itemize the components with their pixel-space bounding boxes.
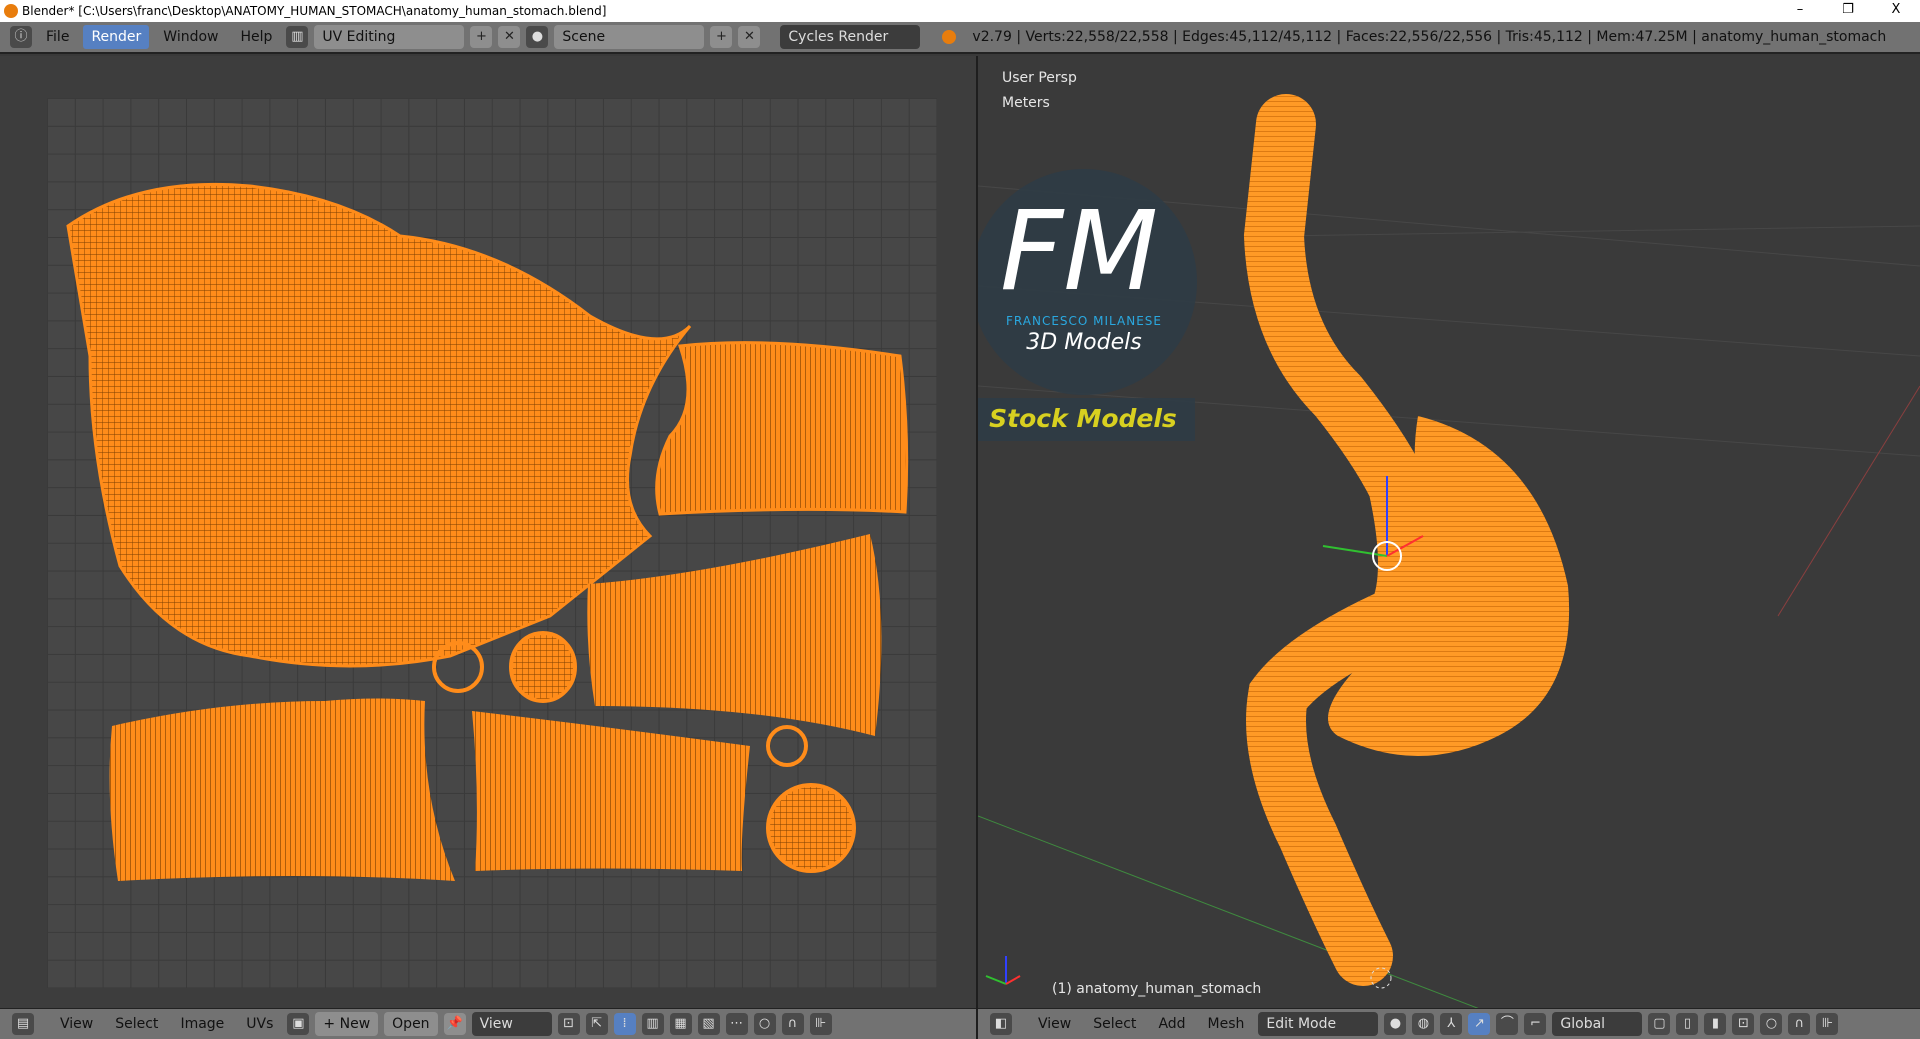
new-image-button[interactable]: + New xyxy=(315,1012,379,1036)
x-axis-line xyxy=(978,815,1479,1008)
vertex-select-icon[interactable]: ⁞ xyxy=(613,1013,636,1035)
layout-field[interactable]: UV Editing xyxy=(314,25,465,49)
remove-layout-icon[interactable]: ✕ xyxy=(498,26,521,48)
uv-editor-header: ▤ View Select Image UVs ▣ + New Open 📌 V… xyxy=(0,1008,976,1039)
layout-icon[interactable]: ▥ xyxy=(286,26,309,48)
editor-type-icon[interactable]: ▤ xyxy=(12,1013,34,1035)
menu-file[interactable]: File xyxy=(38,25,77,49)
snap-icon[interactable]: ∩ xyxy=(1788,1013,1811,1035)
menu-help[interactable]: Help xyxy=(232,25,280,49)
blender-icon xyxy=(942,30,957,44)
mode-select[interactable]: Edit Mode xyxy=(1258,1012,1379,1036)
uv-island-2 xyxy=(655,341,909,516)
logo-subtitle: 3D Models xyxy=(1026,330,1142,355)
uv-menu-select[interactable]: Select xyxy=(107,1012,166,1036)
add-scene-icon[interactable]: + xyxy=(710,26,733,48)
snap-element-icon[interactable]: ⊪ xyxy=(809,1013,832,1035)
face-select-icon[interactable]: ▮ xyxy=(1704,1013,1727,1035)
edge-select-icon[interactable]: ▥ xyxy=(641,1013,664,1035)
rotate-icon[interactable]: ⌒ xyxy=(1496,1013,1519,1035)
blender-logo-icon xyxy=(4,4,18,18)
uv-island-3 xyxy=(587,534,882,736)
proportional-edit-icon[interactable]: ○ xyxy=(1760,1013,1783,1035)
open-image-button[interactable]: Open xyxy=(384,1012,438,1036)
object-label: (1) anatomy_human_stomach xyxy=(1052,981,1262,997)
uv-editor[interactable] xyxy=(0,56,976,1008)
view3d-menu-add[interactable]: Add xyxy=(1150,1012,1193,1036)
logo-letters: FM xyxy=(1000,187,1159,315)
info-header: ⓘ File Render Window Help ▥ UV Editing +… xyxy=(0,22,1920,54)
add-layout-icon[interactable]: + xyxy=(470,26,493,48)
title-bar: Blender* [C:\Users\franc\Desktop\ANATOMY… xyxy=(0,0,1920,22)
view-name: User Persp xyxy=(1002,70,1077,86)
y-axis-line xyxy=(1777,385,1920,617)
limit-selection-icon[interactable]: ⊡ xyxy=(1732,1013,1755,1035)
logo-banner-text: Stock Models xyxy=(989,404,1177,433)
view-mode-select[interactable]: View xyxy=(471,1012,552,1036)
manipulator-icon[interactable]: ⅄ xyxy=(1440,1013,1463,1035)
close-button[interactable]: X xyxy=(1876,0,1916,22)
remove-scene-icon[interactable]: ✕ xyxy=(738,26,761,48)
uv-ring-2 xyxy=(766,725,808,767)
uv-menu-uvs[interactable]: UVs xyxy=(238,1012,281,1036)
view3d-menu-view[interactable]: View xyxy=(1030,1012,1079,1036)
sync-selection-icon[interactable]: ⇱ xyxy=(585,1013,608,1035)
island-select-icon[interactable]: ▧ xyxy=(697,1013,720,1035)
uv-island-circle xyxy=(766,783,856,873)
uv-menu-image[interactable]: Image xyxy=(172,1012,232,1036)
pivot-icon[interactable]: ⊡ xyxy=(557,1013,580,1035)
edge-select-icon[interactable]: ▯ xyxy=(1676,1013,1699,1035)
gizmo-y xyxy=(1322,545,1388,557)
render-engine-select[interactable]: Cycles Render xyxy=(780,25,921,49)
sticky-select-icon[interactable]: ⋯ xyxy=(725,1013,748,1035)
menu-render[interactable]: Render xyxy=(83,25,150,49)
vertex-select-icon[interactable]: ▢ xyxy=(1648,1013,1671,1035)
pin-icon[interactable]: 📌 xyxy=(443,1013,466,1035)
logo-brand: FRANCESCO MILANESE xyxy=(1006,314,1162,328)
proportional-edit-icon[interactable]: ○ xyxy=(753,1013,776,1035)
orientation-select[interactable]: Global xyxy=(1552,1012,1643,1036)
uv-island-5 xyxy=(472,711,750,871)
info-editor-icon[interactable]: ⓘ xyxy=(10,26,32,48)
scene-icon[interactable]: ● xyxy=(526,26,549,48)
window-title: Blender* [C:\Users\franc\Desktop\ANATOMY… xyxy=(22,4,607,18)
editor-type-icon[interactable]: ◧ xyxy=(990,1013,1012,1035)
3d-view-header: ◧ View Select Add Mesh Edit Mode ● ◍ ⅄ ↗… xyxy=(978,1008,1920,1039)
snap-icon[interactable]: ∩ xyxy=(781,1013,804,1035)
uv-menu-view[interactable]: View xyxy=(52,1012,101,1036)
axis-indicator xyxy=(985,956,1021,985)
uv-island-4 xyxy=(109,698,456,881)
scene-field[interactable]: Scene xyxy=(554,25,705,49)
scene-stats: v2.79 | Verts:22,558/22,558 | Edges:45,1… xyxy=(972,29,1887,45)
scale-icon[interactable]: ⌐ xyxy=(1524,1013,1547,1035)
face-select-icon[interactable]: ▦ xyxy=(669,1013,692,1035)
translate-icon[interactable]: ↗ xyxy=(1468,1013,1491,1035)
view3d-menu-mesh[interactable]: Mesh xyxy=(1200,1012,1253,1036)
pivot-point-icon[interactable]: ◍ xyxy=(1412,1013,1435,1035)
snap-element-icon[interactable]: ⊪ xyxy=(1816,1013,1839,1035)
view3d-menu-select[interactable]: Select xyxy=(1085,1012,1144,1036)
uv-island-disc xyxy=(509,631,577,703)
3d-viewport[interactable]: User Persp Meters (1) anatomy_human_stom… xyxy=(978,56,1920,1008)
image-browse-icon[interactable]: ▣ xyxy=(287,1013,310,1035)
restore-button[interactable]: ❐ xyxy=(1828,0,1868,22)
viewport-shading-icon[interactable]: ● xyxy=(1384,1013,1407,1035)
minimize-button[interactable]: – xyxy=(1780,0,1820,22)
units-label: Meters xyxy=(1002,95,1050,111)
menu-window[interactable]: Window xyxy=(155,25,226,49)
uv-islands xyxy=(66,182,909,881)
